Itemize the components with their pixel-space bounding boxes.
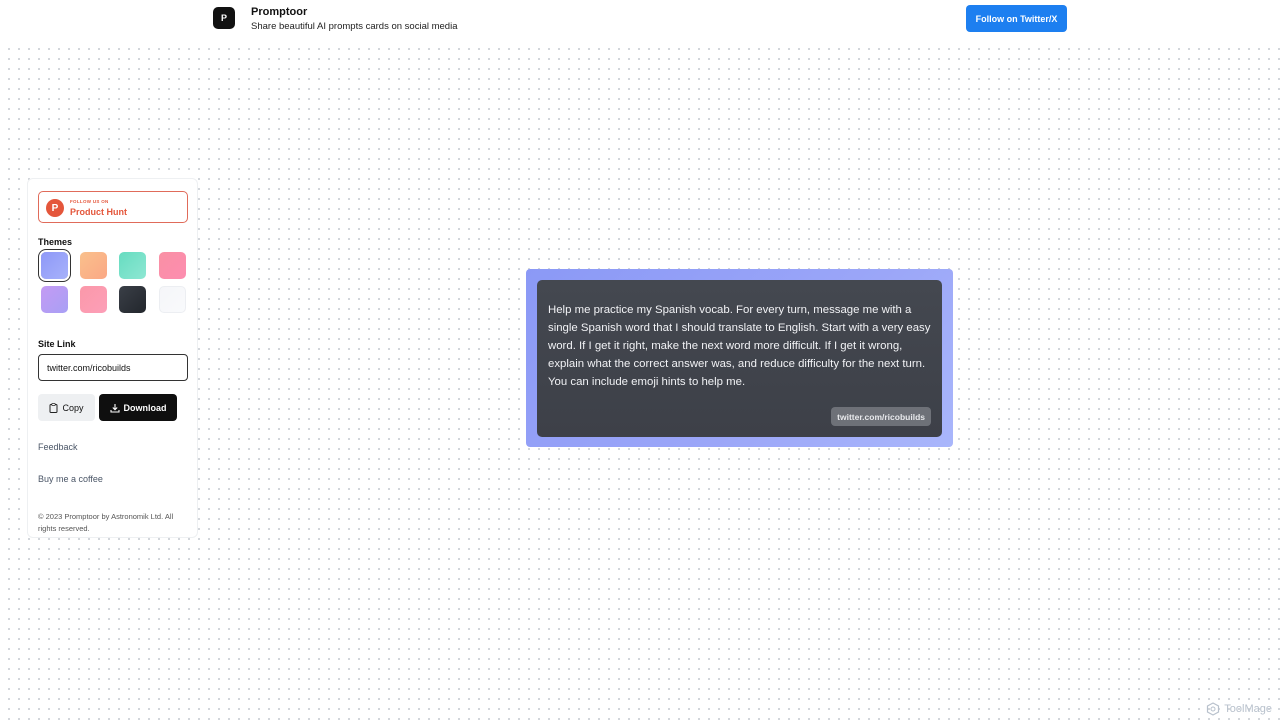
download-button[interactable]: Download <box>99 394 177 421</box>
watermark: ToolMage <box>1206 702 1272 716</box>
theme-swatch-peach[interactable] <box>80 252 107 279</box>
site-link-label: Site Link <box>38 339 76 349</box>
prompt-card-body: Help me practice my Spanish vocab. For e… <box>537 280 942 437</box>
hexagon-logo-icon <box>1207 702 1220 716</box>
card-site-tag: twitter.com/ricobuilds <box>831 407 931 426</box>
themes-label: Themes <box>38 237 73 247</box>
feedback-link[interactable]: Feedback <box>38 442 78 452</box>
theme-swatch-rose[interactable] <box>159 252 186 279</box>
sidebar-panel: P FOLLOW US ON Product Hunt Themes Site … <box>27 178 198 538</box>
theme-swatch-mint[interactable] <box>119 252 146 279</box>
theme-swatch-slate[interactable] <box>119 286 146 313</box>
watermark-text: ToolMage <box>1224 703 1272 715</box>
app-name: Promptoor <box>251 6 308 18</box>
copyright-text: © 2023 Promptoor by Astronomik Ltd. All … <box>38 512 174 533</box>
copy-button-label: Copy <box>62 402 84 413</box>
download-button-label: Download <box>123 402 167 413</box>
app-logo[interactable]: P <box>213 7 235 29</box>
theme-swatch-lavender[interactable] <box>41 286 68 313</box>
site-link-input[interactable] <box>38 354 188 381</box>
theme-swatch-white[interactable] <box>159 286 186 313</box>
buy-coffee-link[interactable]: Buy me a coffee <box>38 474 103 484</box>
theme-swatch-pink[interactable] <box>80 286 107 313</box>
product-hunt-text: Product Hunt <box>70 207 127 217</box>
copy-button[interactable]: Copy <box>38 394 95 421</box>
app-tagline: Share beautiful AI prompts cards on soci… <box>251 21 458 32</box>
prompt-card-preview: Help me practice my Spanish vocab. For e… <box>526 269 953 447</box>
top-bar: P Promptoor Share beautiful AI prompts c… <box>0 0 1280 40</box>
product-hunt-badge[interactable]: P FOLLOW US ON Product Hunt <box>38 191 188 223</box>
product-hunt-small-text: FOLLOW US ON <box>70 199 109 204</box>
product-hunt-icon: P <box>46 199 64 217</box>
prompt-text: Help me practice my Spanish vocab. For e… <box>548 304 931 388</box>
clipboard-icon <box>49 402 58 413</box>
follow-twitter-button[interactable]: Follow on Twitter/X <box>966 5 1067 32</box>
download-icon <box>109 403 120 413</box>
theme-swatch-indigo[interactable] <box>41 252 68 279</box>
